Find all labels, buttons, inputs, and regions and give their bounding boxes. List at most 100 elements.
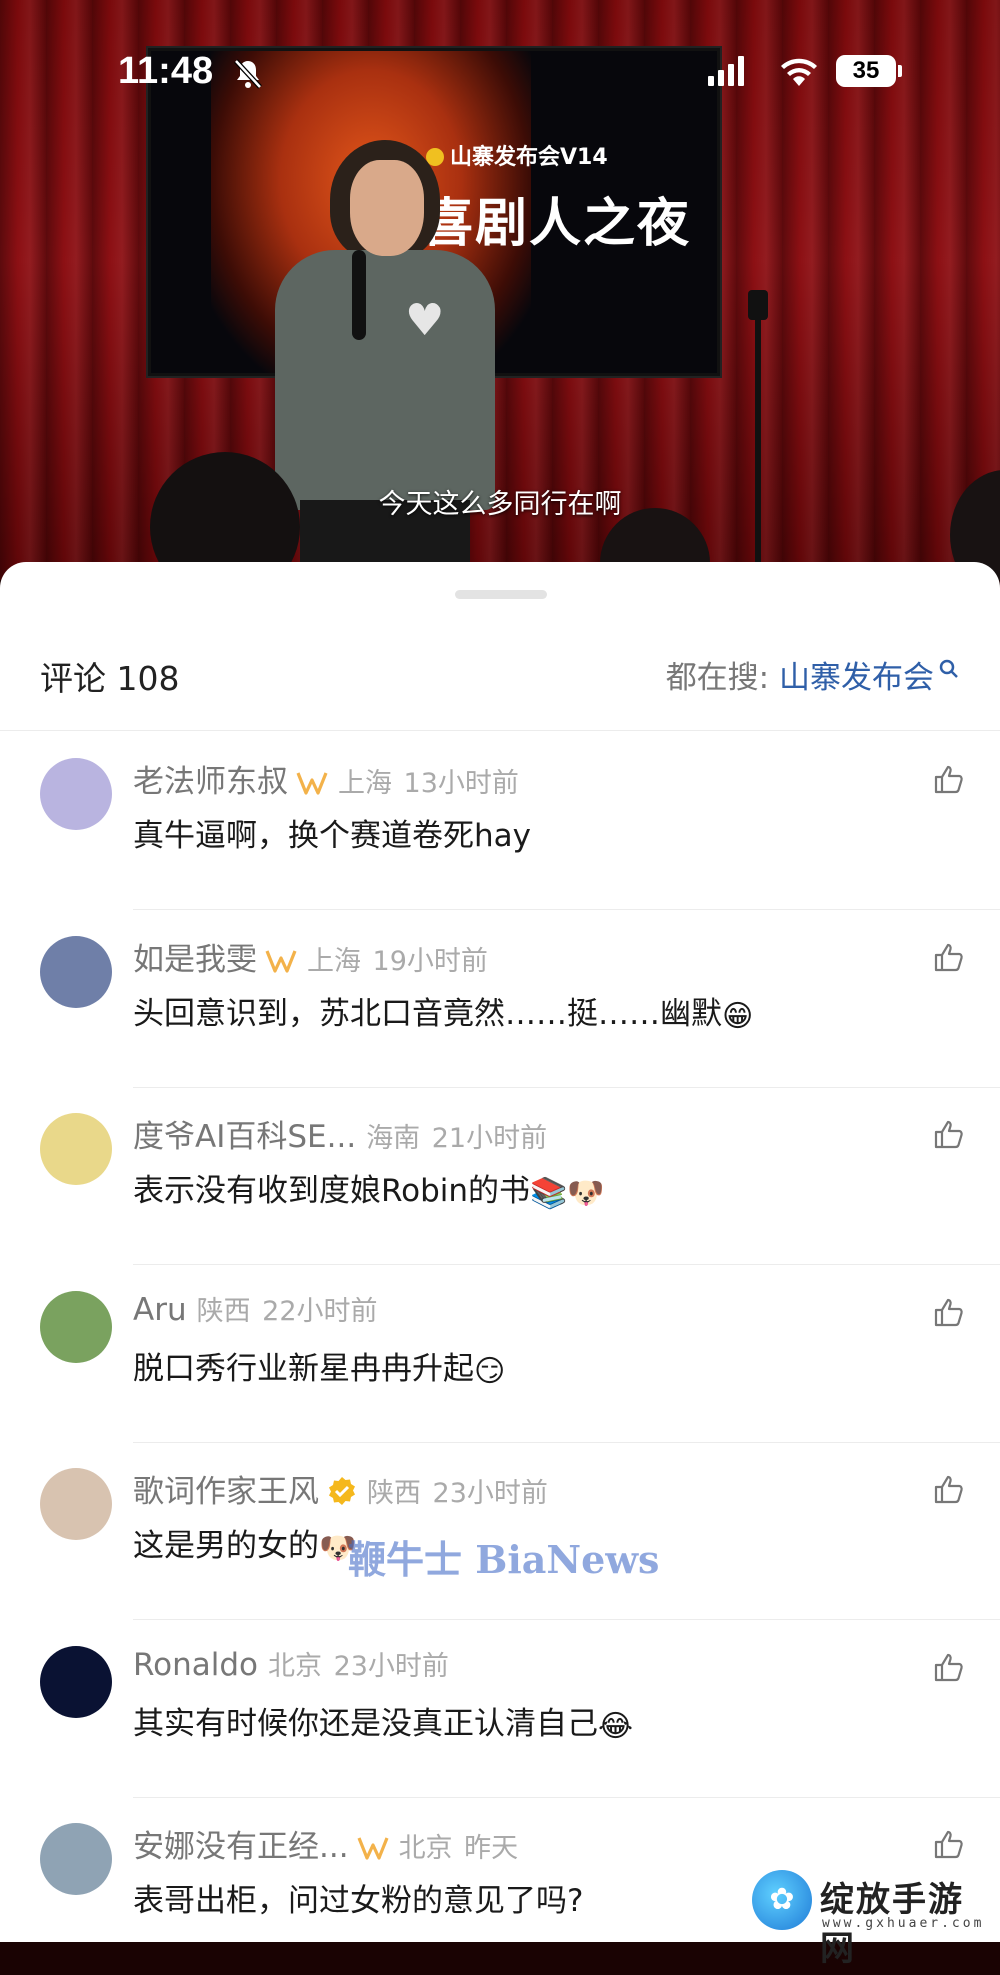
handheld-mic bbox=[352, 250, 366, 340]
comment-meta: 歌词作家王风 陕西 23小时前 bbox=[133, 1466, 548, 1511]
comment-body: 表示没有收到度娘Robin的书 bbox=[133, 1173, 531, 1209]
comments-header: 评论 108 都在搜: 山寨发布会 bbox=[0, 652, 1000, 702]
comment-count: 评论 108 bbox=[40, 659, 180, 698]
screen-logo: 山寨发布会V14 bbox=[426, 139, 608, 171]
comment-location: 陕西 bbox=[367, 1478, 421, 1509]
username[interactable]: 度爷AI百科SE... bbox=[133, 1119, 356, 1155]
vip-badge-icon bbox=[296, 772, 328, 795]
comment-meta: Ronaldo 北京 23小时前 bbox=[133, 1644, 449, 1683]
comment-location: 海南 bbox=[366, 1123, 421, 1154]
comment-text: 表哥出柜，问过女粉的意见了吗? bbox=[133, 1875, 583, 1920]
search-icon bbox=[939, 659, 958, 678]
performer-face bbox=[350, 160, 424, 256]
username[interactable]: Ronaldo bbox=[133, 1647, 258, 1683]
comment-body: 真牛逼啊，换个赛道卷死hay bbox=[133, 818, 531, 854]
comment-location: 陕西 bbox=[196, 1295, 251, 1327]
comment-meta: 老法师东叔 上海 13小时前 bbox=[133, 756, 519, 801]
watermark: 鞭牛士 BiaNews bbox=[348, 1537, 660, 1582]
comment-time: 13小时前 bbox=[403, 768, 519, 799]
comment-text: 其实有时候你还是没真正认清自己😂 bbox=[133, 1698, 633, 1744]
username[interactable]: Aru bbox=[133, 1292, 187, 1328]
avatar-initial bbox=[40, 1823, 112, 1895]
trending-search-prefix: 都在搜: bbox=[665, 660, 770, 696]
user-avatar[interactable] bbox=[40, 758, 112, 830]
comment-item[interactable]: 度爷AI百科SE... 海南 21小时前表示没有收到度娘Robin的书📚🐶 bbox=[0, 1089, 1000, 1265]
wifi-icon bbox=[781, 58, 817, 86]
comment-location: 上海 bbox=[307, 945, 361, 977]
comment-item[interactable]: Aru 陕西 22小时前脱口秀行业新星冉冉升起😏 bbox=[0, 1267, 1000, 1443]
user-avatar[interactable] bbox=[40, 1823, 112, 1895]
thumbs-up-icon[interactable] bbox=[932, 1650, 966, 1684]
site-logo: ✿ 绽放手游网 www.gxhuaer.com bbox=[752, 1870, 992, 1969]
comment-emoji: 📚🐶 bbox=[530, 1176, 605, 1211]
comment-item[interactable]: 如是我雯 上海 19小时前头回意识到，苏北口音竟然……挺……幽默😁 bbox=[0, 912, 1000, 1088]
avatar-initial bbox=[40, 936, 112, 1008]
cellular-signal-icon bbox=[708, 56, 748, 90]
thumbs-up-icon[interactable] bbox=[932, 1117, 966, 1151]
user-avatar[interactable] bbox=[40, 935, 112, 1008]
comment-time: 22小时前 bbox=[262, 1295, 378, 1327]
avatar-initial bbox=[40, 1113, 112, 1185]
comment-time: 昨天 bbox=[464, 1833, 519, 1864]
comment-text: 脱口秀行业新星冉冉升起😏 bbox=[133, 1343, 505, 1389]
comment-location: 北京 bbox=[268, 1650, 323, 1682]
comment-location: 北京 bbox=[398, 1833, 453, 1864]
comment-location: 上海 bbox=[338, 768, 392, 799]
comment-body: 这是男的女的 bbox=[133, 1528, 319, 1564]
comment-body: 头回意识到，苏北口音竟然……挺……幽默 bbox=[133, 995, 722, 1032]
comment-divider bbox=[133, 1264, 1000, 1265]
verified-badge-icon bbox=[329, 1477, 355, 1505]
comment-time: 23小时前 bbox=[333, 1650, 449, 1682]
video-subtitle: 今天这么多同行在啊 bbox=[378, 489, 622, 520]
performer-body bbox=[275, 250, 495, 510]
comment-time: 23小时前 bbox=[432, 1478, 548, 1509]
comment-emoji: 😂 bbox=[598, 1708, 634, 1744]
username[interactable]: 老法师东叔 bbox=[133, 764, 288, 800]
user-avatar[interactable] bbox=[40, 1113, 112, 1185]
thumbs-up-icon[interactable] bbox=[932, 940, 966, 974]
avatar-initial bbox=[40, 1646, 112, 1718]
avatar-initial bbox=[40, 1468, 112, 1540]
comment-body: 脱口秀行业新星冉冉升起 bbox=[133, 1350, 474, 1387]
comment-text: 真牛逼啊，换个赛道卷死hay bbox=[133, 810, 531, 855]
avatar-initial bbox=[40, 1291, 112, 1363]
comment-time: 19小时前 bbox=[372, 945, 488, 977]
comment-text: 头回意识到，苏北口音竟然……挺……幽默😁 bbox=[133, 988, 753, 1034]
user-avatar[interactable] bbox=[40, 1290, 112, 1363]
comment-item[interactable]: Ronaldo 北京 23小时前其实有时候你还是没真正认清自己😂 bbox=[0, 1622, 1000, 1798]
comment-divider bbox=[133, 1441, 1000, 1443]
screen-title: 喜剧人之夜 bbox=[421, 194, 692, 254]
username[interactable]: 如是我雯 bbox=[133, 942, 257, 978]
mic-stand bbox=[755, 300, 761, 580]
trending-search-keyword[interactable]: 山寨发布会 bbox=[779, 660, 934, 696]
site-url: www.gxhuaer.com bbox=[822, 1916, 985, 1931]
thumbs-up-icon[interactable] bbox=[932, 1827, 966, 1861]
comment-emoji: 😁 bbox=[722, 998, 754, 1034]
comment-meta: 度爷AI百科SE... 海南 21小时前 bbox=[133, 1111, 547, 1156]
comment-meta: Aru 陕西 22小时前 bbox=[133, 1289, 378, 1328]
comment-divider bbox=[133, 1086, 1000, 1088]
user-avatar[interactable] bbox=[40, 1468, 112, 1540]
username[interactable]: 歌词作家王风 bbox=[133, 1474, 319, 1510]
comments-sheet: 评论 108 都在搜: 山寨发布会 老法师东叔 上海 13小时前 真牛逼啊，换个赛道… bbox=[0, 562, 1000, 1942]
bell-muted-icon bbox=[234, 59, 262, 89]
comment-divider bbox=[133, 909, 1000, 910]
username[interactable]: 安娜没有正经... bbox=[133, 1829, 349, 1865]
clock: 11:48 bbox=[118, 50, 214, 92]
drag-handle[interactable] bbox=[455, 590, 547, 599]
thumbs-up-icon[interactable] bbox=[932, 1295, 966, 1329]
comment-body: 其实有时候你还是没真正认清自己 bbox=[133, 1705, 598, 1742]
comment-meta: 安娜没有正经... 北京 昨天 bbox=[133, 1821, 518, 1866]
comment-item[interactable]: 老法师东叔 上海 13小时前真牛逼啊，换个赛道卷死hay bbox=[0, 734, 1000, 910]
comment-meta: 如是我雯 上海 19小时前 bbox=[133, 934, 488, 979]
battery-tip bbox=[898, 65, 902, 77]
user-avatar[interactable] bbox=[40, 1645, 112, 1718]
header-divider bbox=[0, 730, 1000, 731]
comment-divider bbox=[133, 1796, 1000, 1798]
comment-time: 21小时前 bbox=[431, 1123, 548, 1154]
thumbs-up-icon[interactable] bbox=[932, 1472, 966, 1506]
thumbs-up-icon[interactable] bbox=[932, 762, 966, 796]
site-logo-icon: ✿ bbox=[752, 1870, 812, 1930]
trending-search[interactable]: 都在搜: 山寨发布会 bbox=[666, 652, 960, 697]
vip-badge-icon bbox=[265, 949, 297, 973]
